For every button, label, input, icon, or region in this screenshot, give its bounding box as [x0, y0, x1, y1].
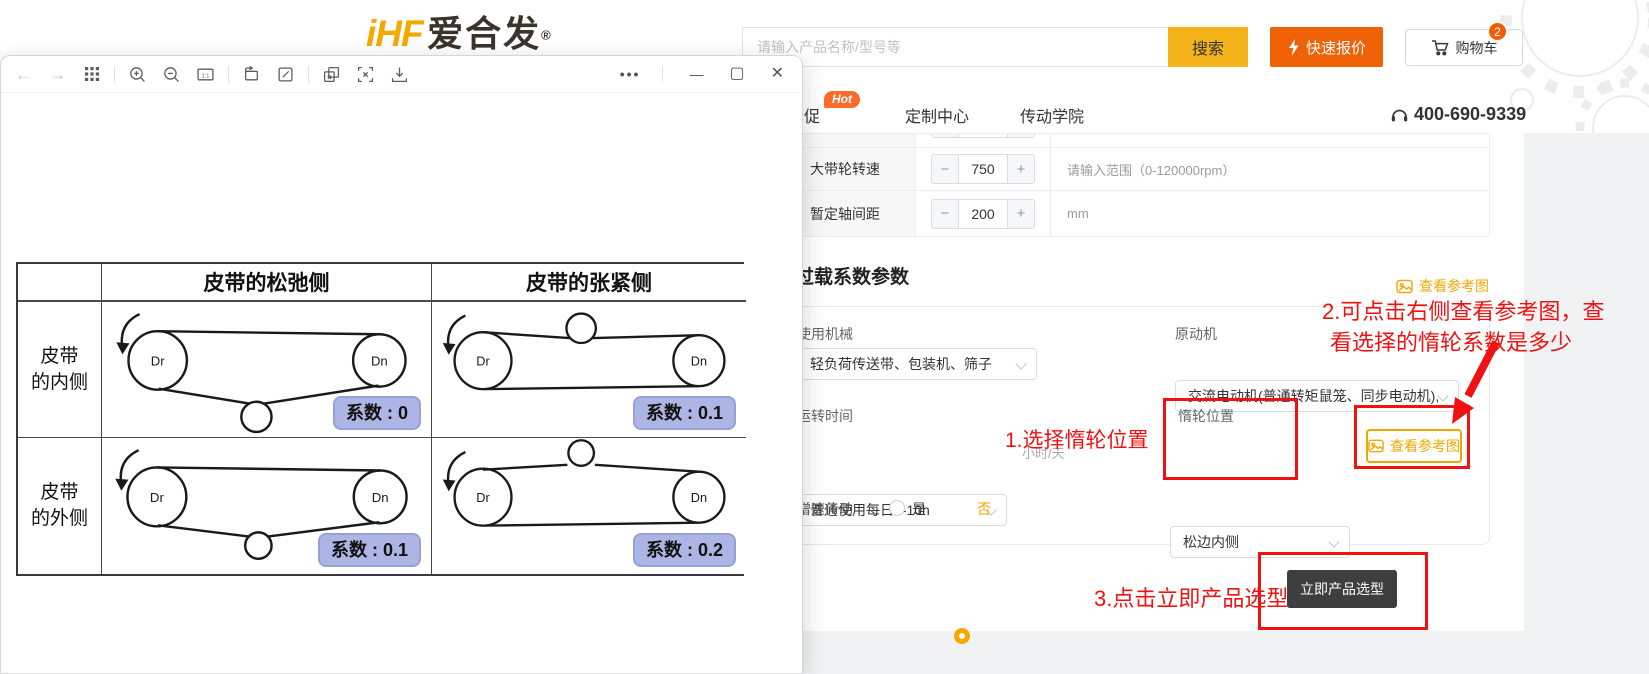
- stepper-plus-button[interactable]: +: [1007, 155, 1034, 183]
- lightning-icon: [1287, 39, 1300, 56]
- idler-position-select[interactable]: 松边内侧: [1170, 526, 1350, 558]
- stepper-plus-button[interactable]: +: [1007, 200, 1034, 228]
- coefficient-badge: 系数 : 0.1: [318, 533, 421, 567]
- nav-item-academy[interactable]: 传动学院: [1020, 103, 1084, 127]
- stepper-value[interactable]: 200: [959, 200, 1007, 228]
- ocr-scan-icon[interactable]: [357, 66, 374, 83]
- annotation-step3: 3.点击立即产品选型: [1094, 581, 1288, 613]
- picture-icon: [1396, 278, 1413, 295]
- close-icon[interactable]: ✕: [771, 66, 784, 82]
- speedup-radio-no[interactable]: [954, 628, 970, 644]
- headset-icon: [1390, 106, 1409, 124]
- idler-position-label: 惰轮位置: [1178, 406, 1234, 426]
- stepper-value[interactable]: 750: [959, 155, 1007, 183]
- diagram-cell-outside-slack: Dr Dn 系数 : 0.1: [102, 438, 432, 574]
- chevron-down-icon: [1328, 536, 1339, 547]
- registered-mark: ®: [541, 28, 551, 43]
- row-header-belt-outside: 皮带 的外侧: [18, 438, 102, 574]
- site-logo[interactable]: iHF 爱合发®: [366, 5, 551, 57]
- rotate-crop-icon[interactable]: [243, 66, 260, 83]
- svg-text:Dr: Dr: [151, 353, 165, 368]
- idler-view-reference-button[interactable]: 查看参考图: [1366, 429, 1462, 463]
- column-header-slack-side: 皮带的松弛侧: [102, 264, 432, 302]
- annotation-step1: 1.选择惰轮位置: [1005, 424, 1149, 454]
- zoom-out-icon[interactable]: [163, 66, 180, 83]
- svg-text:Dn: Dn: [691, 354, 707, 369]
- column-header-tight-side: 皮带的张紧侧: [432, 264, 746, 302]
- coefficient-badge: 系数 : 0: [333, 396, 421, 430]
- diagram-cell-outside-tight: Dr Dn 系数 : 0.2: [432, 438, 746, 574]
- viewer-titlebar: ← → 1:1: [1, 56, 802, 93]
- spec-row-partial: [796, 134, 1489, 148]
- spec-row-label: 暂定轴间距: [796, 191, 916, 236]
- spec-row-label: 大带轮转速: [796, 148, 916, 190]
- chevron-down-icon: [1015, 358, 1026, 369]
- logo-ihf-text: iHF: [366, 13, 423, 54]
- svg-text:Dr: Dr: [150, 490, 165, 505]
- hot-badge: Hot: [824, 91, 860, 108]
- screen: iHF 爱合发® 搜索 快速报价 购物车 2 大促 Hot 定制中心 传动学院 …: [0, 0, 1649, 674]
- service-phone: 400-690-9339: [1414, 104, 1526, 125]
- cart-icon: [1431, 39, 1449, 56]
- page-background-right: [1524, 133, 1649, 674]
- picture-icon: [1368, 438, 1384, 454]
- page-background-bottom: [790, 631, 1649, 674]
- svg-text:Dn: Dn: [371, 353, 388, 368]
- maximize-icon[interactable]: ▢: [729, 66, 744, 82]
- minimize-icon[interactable]: —: [689, 67, 703, 81]
- diagram-cell-inside-tight: Dr Dn 系数 : 0.1: [432, 302, 746, 438]
- row-header-belt-inside: 皮带 的内侧: [18, 302, 102, 438]
- coefficient-badge: 系数 : 0.2: [633, 533, 736, 567]
- section-title: 过载系数参数: [795, 262, 909, 289]
- image-viewer-window: ← → 1:1: [0, 55, 803, 674]
- spec-table: 大带轮转速 − 750 + 请输入范围（0-120000rpm） 暂定轴间距 −…: [795, 133, 1490, 237]
- download-icon[interactable]: [391, 66, 408, 83]
- one-to-one-icon[interactable]: 1:1: [197, 66, 214, 83]
- more-icon[interactable]: •••: [620, 67, 641, 81]
- svg-text:1:1: 1:1: [202, 73, 210, 79]
- forward-icon[interactable]: →: [49, 66, 66, 83]
- logo-cn-text: 爱合发: [427, 13, 541, 54]
- diagram-cell-inside-slack: Dr Dn 系数 : 0: [102, 302, 432, 438]
- machine-label: 使用机械: [797, 324, 853, 344]
- nav-item-custom-center[interactable]: 定制中心: [905, 103, 969, 127]
- spec-row-hint: 请输入范围（0-120000rpm）: [1051, 148, 1489, 190]
- svg-text:Dr: Dr: [476, 354, 490, 369]
- quantity-stepper: − 750 +: [931, 154, 1035, 184]
- runtime-label: 运转时间: [797, 406, 853, 426]
- spec-row: 大带轮转速 − 750 + 请输入范围（0-120000rpm）: [796, 148, 1489, 191]
- stepper-minus-button[interactable]: −: [932, 200, 959, 228]
- coefficient-badge: 系数 : 0.1: [633, 396, 736, 430]
- cart-count-badge: 2: [1487, 21, 1508, 42]
- search-input[interactable]: [742, 27, 1168, 67]
- motor-label: 原动机: [1175, 324, 1217, 344]
- search-bar: 搜索: [742, 27, 1248, 67]
- speedup-label: 增速传动: [797, 499, 853, 519]
- grid-icon[interactable]: [83, 66, 100, 83]
- back-icon[interactable]: ←: [15, 66, 32, 83]
- belt-coefficient-table: 皮带的松弛侧 皮带的张紧侧 皮带 的内侧 Dr Dn 系数 : 0: [16, 262, 744, 576]
- machine-select[interactable]: 轻负荷传送带、包装机、筛子: [797, 348, 1037, 380]
- speedup-radio-yes[interactable]: [889, 500, 905, 516]
- product-select-button[interactable]: 立即产品选型: [1287, 570, 1397, 608]
- speedup-yes-label[interactable]: 是: [912, 499, 926, 519]
- quantity-stepper: − 200 +: [931, 199, 1035, 229]
- spec-row: 暂定轴间距 − 200 + mm: [796, 191, 1489, 236]
- edit-icon[interactable]: [277, 66, 294, 83]
- stepper-minus-button[interactable]: −: [932, 155, 959, 183]
- quick-quote-button[interactable]: 快速报价: [1270, 27, 1383, 67]
- svg-text:Dn: Dn: [691, 490, 707, 505]
- search-button[interactable]: 搜索: [1168, 27, 1248, 67]
- speedup-no-label[interactable]: 否: [977, 499, 991, 519]
- svg-text:Dr: Dr: [476, 490, 490, 505]
- export-copy-icon[interactable]: [323, 66, 340, 83]
- spec-row-hint: mm: [1051, 191, 1489, 236]
- zoom-in-icon[interactable]: [129, 66, 146, 83]
- svg-text:Dn: Dn: [372, 490, 389, 505]
- view-reference-link[interactable]: 查看参考图: [1396, 276, 1489, 296]
- annotation-arrow: [1438, 336, 1508, 431]
